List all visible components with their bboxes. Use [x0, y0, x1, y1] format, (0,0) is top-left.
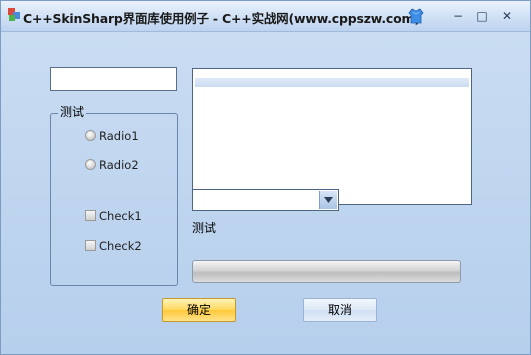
- window-title: C++SkinSharp界面库使用例子 - C++实战网(www.cppszw.…: [23, 11, 420, 26]
- minimize-button[interactable]: −: [449, 8, 467, 24]
- list-box[interactable]: [192, 68, 472, 205]
- cancel-button[interactable]: 取消: [303, 298, 377, 322]
- radio2-label: Radio2: [99, 158, 139, 172]
- maximize-button[interactable]: □: [473, 8, 491, 24]
- skin-shirt-icon[interactable]: [407, 7, 425, 25]
- progress-bar: [192, 260, 461, 283]
- text-input[interactable]: [50, 67, 177, 91]
- chevron-down-icon[interactable]: [319, 191, 337, 209]
- checkbox-icon[interactable]: [85, 210, 96, 221]
- check1[interactable]: Check1: [85, 208, 175, 224]
- list-item-highlight[interactable]: [195, 78, 469, 87]
- radio1-label: Radio1: [99, 129, 139, 143]
- radio-button-icon[interactable]: [85, 159, 96, 170]
- main-window: C++SkinSharp界面库使用例子 - C++实战网(www.cppszw.…: [0, 0, 531, 355]
- radio1[interactable]: Radio1: [85, 128, 175, 144]
- radio2[interactable]: Radio2: [85, 157, 175, 173]
- static-label: 测试: [192, 221, 217, 235]
- ok-button[interactable]: 确定: [162, 298, 236, 322]
- title-bar[interactable]: C++SkinSharp界面库使用例子 - C++实战网(www.cppszw.…: [1, 1, 530, 32]
- app-icon: [6, 7, 22, 23]
- dialog-client-area: 测试 Radio1 Radio2 Check1 Check2 测试 确定 取消: [1, 32, 530, 354]
- groupbox-label: 测试: [58, 105, 87, 119]
- check2[interactable]: Check2: [85, 238, 175, 254]
- check2-label: Check2: [99, 239, 142, 253]
- checkbox-icon[interactable]: [85, 240, 96, 251]
- combo-box[interactable]: [192, 189, 339, 211]
- check1-label: Check1: [99, 209, 142, 223]
- close-button[interactable]: ✕: [498, 8, 516, 24]
- radio-button-icon[interactable]: [85, 130, 96, 141]
